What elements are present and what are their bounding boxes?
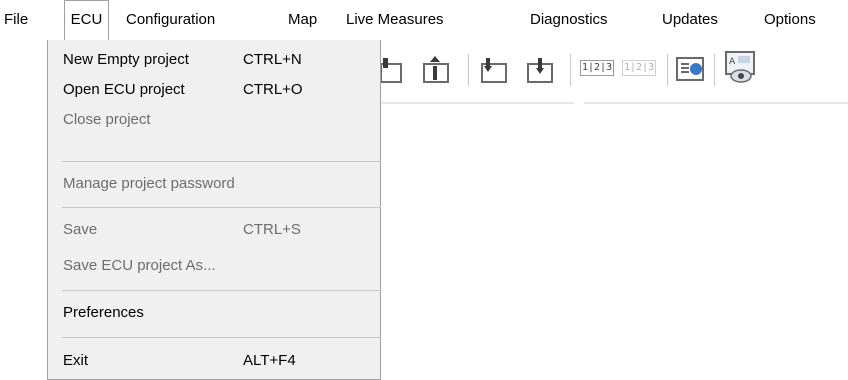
- download-icon[interactable]: [480, 54, 510, 84]
- menu-item-label: Save ECU project As...: [63, 257, 216, 274]
- menu-bar: File ECU Configuration Map Live Measures…: [0, 0, 848, 40]
- toolbar-separator: [714, 54, 715, 86]
- file-menu-dropdown: New Empty project CTRL+N Open ECU projec…: [47, 40, 381, 380]
- toolbar-separator: [570, 54, 571, 86]
- menu-separator: [62, 161, 381, 162]
- menu-item-new-project[interactable]: New Empty project CTRL+N: [63, 45, 363, 75]
- menu-item-label: Preferences: [63, 304, 144, 321]
- live-gauge-icon[interactable]: [676, 56, 706, 82]
- upload-icon[interactable]: [526, 54, 556, 84]
- menu-diagnostics[interactable]: Diagnostics: [530, 0, 608, 40]
- menu-item-open-project[interactable]: Open ECU project CTRL+O: [63, 75, 363, 105]
- menu-item-exit[interactable]: Exit ALT+F4: [63, 346, 363, 376]
- menu-options[interactable]: Options: [764, 0, 816, 40]
- menu-item-shortcut: CTRL+O: [243, 81, 303, 98]
- menu-separator: [62, 337, 381, 338]
- menu-ecu[interactable]: ECU: [64, 0, 109, 40]
- menu-configuration[interactable]: Configuration: [126, 0, 215, 40]
- menu-item-save-as[interactable]: Save ECU project As...: [63, 251, 363, 281]
- toolbar-tab-underline: [584, 102, 848, 104]
- menu-item-label: Open ECU project: [63, 81, 185, 98]
- menu-item-preferences[interactable]: Preferences: [63, 298, 363, 328]
- export-icon[interactable]: [422, 54, 452, 84]
- toolbar: 1|2|3 1|2|3 A: [376, 40, 848, 104]
- menu-item-shortcut: ALT+F4: [243, 352, 296, 369]
- menu-item-label: Save: [63, 221, 98, 238]
- menu-item-label: Exit: [63, 352, 89, 369]
- toolbar-separator: [468, 54, 469, 86]
- view-monitor-icon[interactable]: A: [724, 50, 758, 84]
- toolbar-tab-underline: [376, 102, 574, 104]
- menu-item-label: Close project: [63, 111, 151, 128]
- numbers-disabled-icon[interactable]: 1|2|3: [622, 60, 657, 76]
- menu-item-label: New Empty project: [63, 51, 189, 68]
- menu-item-label: Manage project password: [63, 175, 235, 192]
- menu-updates[interactable]: Updates: [662, 0, 718, 40]
- svg-text:A: A: [729, 57, 736, 67]
- menu-file[interactable]: File: [4, 0, 28, 40]
- import-icon[interactable]: [380, 54, 406, 84]
- menu-separator: [62, 207, 381, 208]
- menu-item-save[interactable]: Save CTRL+S: [63, 215, 363, 245]
- menu-map[interactable]: Map: [288, 0, 317, 40]
- menu-separator: [62, 290, 381, 291]
- menu-live-measures[interactable]: Live Measures: [346, 0, 444, 40]
- menu-item-shortcut: CTRL+S: [243, 221, 301, 238]
- toolbar-separator: [667, 54, 668, 86]
- numbers-icon[interactable]: 1|2|3: [580, 60, 615, 76]
- menu-item-manage-password[interactable]: Manage project password: [63, 169, 363, 199]
- menu-item-close-project[interactable]: Close project: [63, 105, 363, 135]
- menu-item-shortcut: CTRL+N: [243, 51, 302, 68]
